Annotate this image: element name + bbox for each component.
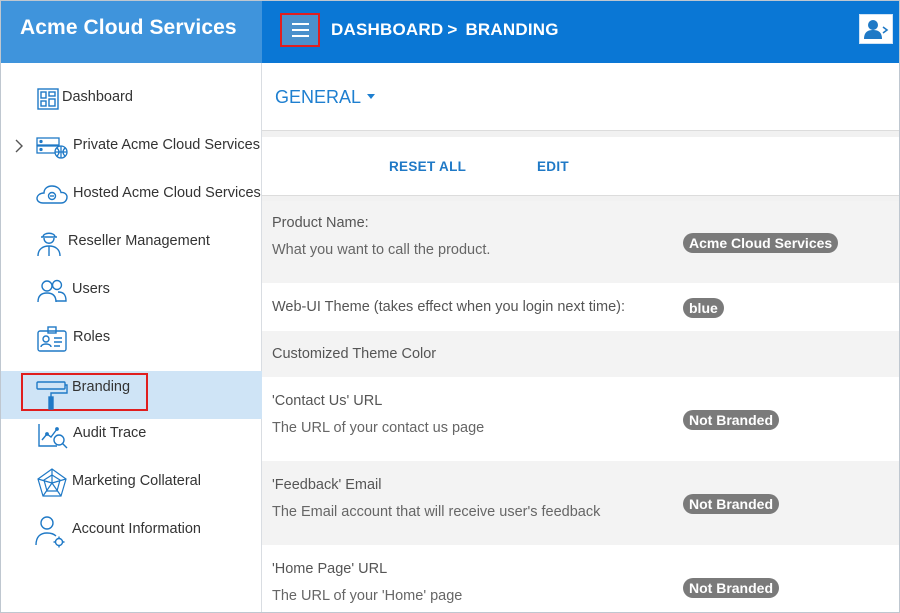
paint-roller-icon — [34, 379, 68, 411]
spider-web-icon — [35, 467, 69, 499]
sidebar-item-hosted-cloud[interactable]: Hosted Acme Cloud Services — [1, 171, 262, 219]
action-bar: RESET ALL EDIT — [262, 137, 899, 196]
app-title: Acme Cloud Services — [1, 1, 262, 63]
sidebar-item-label: Users — [72, 281, 110, 297]
sidebar-item-label: Roles — [73, 329, 111, 345]
setting-description: The Email account that will receive user… — [272, 504, 601, 520]
section-header: GENERAL — [262, 63, 899, 131]
hosted-cloud-icon — [35, 179, 69, 211]
sidebar-item-roles[interactable]: Roles — [1, 315, 262, 363]
section-dropdown-label: GENERAL — [275, 87, 362, 107]
hamburger-menu-icon — [291, 23, 309, 37]
private-cloud-server-icon — [35, 131, 69, 163]
sidebar-item-dashboard[interactable]: Dashboard — [1, 75, 262, 123]
setting-row-web-ui-theme: Web-UI Theme (takes effect when you logi… — [262, 283, 899, 331]
sidebar-item-private-cloud[interactable]: Private Acme Cloud Services — [1, 123, 262, 171]
reseller-person-icon — [32, 227, 66, 259]
setting-title: 'Home Page' URL — [272, 561, 388, 577]
user-account-icon — [864, 20, 889, 39]
users-icon — [35, 275, 69, 307]
user-account-button[interactable] — [859, 14, 893, 44]
setting-description: What you want to call the product. — [272, 242, 491, 258]
status-badge: Not Branded — [683, 578, 779, 598]
setting-row-contact-us-url: 'Contact Us' URL The URL of your contact… — [262, 377, 899, 461]
status-badge: blue — [683, 298, 724, 318]
sidebar-item-marketing-collateral[interactable]: Marketing Collateral — [1, 459, 262, 507]
breadcrumb-branding: BRANDING — [465, 20, 559, 39]
setting-row-product-name: Product Name: What you want to call the … — [262, 201, 899, 283]
account-gear-icon — [33, 515, 67, 548]
menu-toggle-button[interactable] — [280, 13, 320, 47]
status-badge: Not Branded — [683, 494, 779, 514]
top-bar: DASHBOARD > BRANDING — [262, 1, 899, 63]
setting-row-home-page-url: 'Home Page' URL The URL of your 'Home' p… — [262, 545, 899, 612]
caret-down-icon — [367, 93, 376, 99]
setting-title: Product Name: — [272, 215, 369, 231]
breadcrumb-dashboard[interactable]: DASHBOARD — [331, 20, 443, 39]
breadcrumb-separator: > — [447, 20, 458, 39]
status-badge: Not Branded — [683, 410, 779, 430]
sidebar-item-audit-trace[interactable]: Audit Trace — [1, 411, 262, 459]
sidebar-item-label: Branding — [72, 379, 131, 395]
app-window: Acme Cloud Services DASHBOARD> BRANDING — [0, 0, 900, 613]
setting-title: 'Contact Us' URL — [272, 393, 383, 409]
sidebar-item-label: Marketing Collateral — [72, 473, 201, 489]
sidebar-item-label: Account Information — [72, 521, 201, 537]
setting-title: Web-UI Theme (takes effect when you logi… — [272, 299, 625, 315]
sidebar-item-account-information[interactable]: Account Information — [1, 507, 262, 555]
breadcrumb: DASHBOARD > BRANDING — [331, 20, 559, 40]
sidebar-item-label: Private Acme Cloud Services — [73, 137, 260, 153]
chevron-right-icon[interactable] — [13, 137, 25, 155]
id-badge-icon — [35, 323, 69, 355]
status-badge: Acme Cloud Services — [683, 233, 839, 253]
sidebar-item-reseller-management[interactable]: Reseller Management — [1, 219, 262, 267]
audit-chart-icon — [35, 419, 69, 451]
setting-description: The URL of your 'Home' page — [272, 588, 463, 604]
sidebar: Dashboard Private Acme Cloud Services Ho… — [1, 63, 262, 612]
setting-title: 'Feedback' Email — [272, 477, 382, 493]
sidebar-item-label: Dashboard — [62, 89, 133, 105]
sidebar-item-users[interactable]: Users — [1, 267, 262, 315]
setting-title: Customized Theme Color — [272, 346, 437, 362]
section-dropdown[interactable]: GENERAL — [275, 87, 376, 108]
setting-row-theme-color: Customized Theme Color — [262, 331, 899, 377]
setting-description: The URL of your contact us page — [272, 420, 485, 436]
sidebar-item-label: Audit Trace — [73, 425, 147, 441]
reset-all-button[interactable]: RESET ALL — [389, 159, 466, 174]
sidebar-item-label: Reseller Management — [68, 233, 210, 249]
setting-row-feedback-email: 'Feedback' Email The Email account that … — [262, 461, 899, 545]
main-content: GENERAL RESET ALL EDIT Product Name: Wha… — [262, 63, 899, 612]
edit-button[interactable]: EDIT — [537, 159, 569, 174]
sidebar-item-label: Hosted Acme Cloud Services — [73, 185, 261, 201]
dashboard-grid-icon — [31, 83, 65, 115]
